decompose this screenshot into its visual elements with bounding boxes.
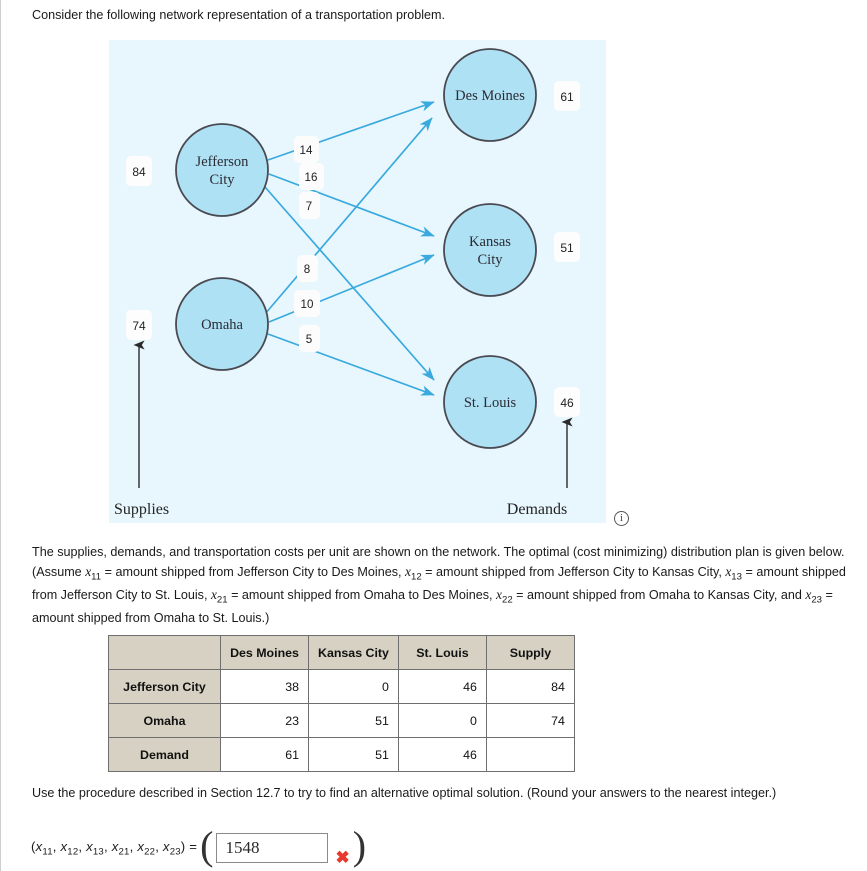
page-root: Consider the following network represent… (0, 0, 867, 871)
svg-text:7: 7 (306, 200, 312, 213)
table-col-st-louis: St. Louis (397, 635, 487, 670)
svg-text:14: 14 (300, 144, 313, 157)
supplies-axis: Supplies (114, 340, 169, 518)
table-row: Jefferson City 38 0 46 84 (108, 669, 575, 704)
svg-text:61: 61 (560, 90, 574, 104)
cost-label-omaha-des-moines: 8 (297, 255, 318, 282)
demand-chip-kansas-city: 51 (554, 232, 580, 262)
node-label-jefferson-city-line1: Jefferson (196, 154, 250, 170)
problem-description: The supplies, demands, and transportatio… (32, 543, 849, 628)
edge-jefferson-city-kansas-city (268, 173, 435, 237)
cell-omaha-st-louis: 0 (397, 703, 487, 738)
node-des-moines: Des Moines (443, 48, 537, 142)
var-x23: x23 (805, 587, 823, 607)
desc-seg-2: = amount shipped from Jefferson City to … (101, 565, 406, 580)
supplies-axis-label: Supplies (114, 501, 169, 518)
node-omaha: Omaha (175, 277, 269, 371)
cost-label-omaha-st-louis: 5 (299, 325, 320, 352)
table-row: Omaha 23 51 0 74 (108, 703, 575, 738)
distribution-table: Des Moines Kansas City St. Louis Supply … (108, 635, 575, 772)
demand-chip-des-moines: 61 (554, 81, 580, 111)
table-row: Demand 61 51 46 (108, 737, 575, 772)
cost-label-jefferson-city-kansas-city: 16 (299, 163, 324, 190)
supply-chip-omaha: 74 (126, 310, 152, 340)
cell-demand-supply-blank (485, 737, 575, 772)
var-x13: x13 (725, 564, 742, 583)
tuple-close-paren-equals: ) = (180, 838, 198, 854)
tuple-var-x12: x12 (60, 838, 79, 858)
cell-demand-st-louis: 46 (397, 737, 487, 772)
node-label-kansas-city-line2: City (478, 252, 504, 268)
node-label-des-moines-line1: Des Moines (455, 88, 525, 104)
edge-jefferson-city-des-moines (267, 101, 435, 161)
cell-demand-kansas-city: 51 (308, 737, 399, 772)
question-text: Use the procedure described in Section 1… (32, 786, 777, 800)
node-label-omaha-line1: Omaha (201, 317, 243, 333)
table-header-row: Des Moines Kansas City St. Louis Supply (108, 635, 575, 670)
table-corner-cell (108, 635, 221, 670)
node-jefferson-city: Jefferson City (175, 123, 269, 217)
edge-omaha-st-louis (267, 333, 435, 396)
cost-label-jefferson-city-des-moines: 14 (294, 136, 319, 163)
svg-text:74: 74 (132, 319, 146, 333)
var-x22: x22 (496, 587, 513, 607)
var-x11: x11 (85, 564, 102, 583)
answer-tuple-label: (x11, x12, x13, x21, x22, x23) = (31, 838, 198, 858)
node-st-louis: St. Louis (443, 355, 537, 449)
cell-omaha-supply: 74 (485, 703, 575, 738)
cell-demand-des-moines: 61 (220, 737, 309, 772)
cost-label-omaha-kansas-city: 10 (294, 290, 320, 317)
node-label-st-louis-line1: St. Louis (464, 395, 517, 411)
node-label-jefferson-city-line2: City (210, 172, 236, 188)
var-x21: x21 (210, 587, 228, 607)
svg-text:84: 84 (132, 165, 146, 179)
svg-text:16: 16 (305, 171, 318, 184)
answer-input[interactable] (216, 833, 329, 863)
cell-omaha-des-moines: 23 (220, 703, 309, 738)
info-icon[interactable]: i (614, 511, 629, 526)
tuple-var-x21: x21 (111, 838, 130, 858)
table-row-label-jefferson-city: Jefferson City (108, 669, 221, 704)
svg-text:10: 10 (301, 298, 314, 311)
table-col-des-moines: Des Moines (220, 635, 309, 670)
cost-label-jefferson-city-st-louis: 7 (299, 192, 320, 219)
incorrect-mark: ✖ (335, 848, 350, 867)
cell-omaha-kansas-city: 51 (308, 703, 399, 738)
tuple-var-x11: x11 (35, 838, 53, 858)
group-open-paren: ( (200, 823, 214, 868)
network-diagram: Jefferson City Omaha Des Moines Kansas C… (109, 40, 606, 523)
cell-jefferson-city-kansas-city: 0 (308, 669, 399, 704)
demand-chip-st-louis: 46 (554, 387, 580, 417)
desc-seg-3: = amount shipped from Jefferson City to … (421, 565, 726, 580)
cell-jefferson-city-supply: 84 (485, 669, 575, 704)
desc-seg-6: = amount shipped from Omaha to Kansas Ci… (512, 588, 806, 603)
svg-text:8: 8 (304, 263, 310, 276)
cell-jefferson-city-des-moines: 38 (220, 669, 309, 704)
demands-axis-label: Demands (507, 501, 567, 518)
tuple-var-x13: x13 (86, 838, 104, 858)
supply-chip-jefferson-city: 84 (126, 156, 152, 186)
edge-group (264, 101, 435, 396)
node-kansas-city: Kansas City (443, 203, 537, 297)
cell-jefferson-city-st-louis: 46 (397, 669, 487, 704)
table-row-label-omaha: Omaha (108, 703, 221, 738)
group-close-paren: ) (352, 823, 367, 868)
distribution-table-wrapper: Des Moines Kansas City St. Louis Supply … (108, 635, 575, 772)
edge-omaha-kansas-city (268, 254, 435, 323)
desc-seg-5: = amount shipped from Omaha to Des Moine… (227, 588, 497, 603)
table-col-supply: Supply (485, 635, 575, 670)
svg-text:51: 51 (560, 241, 574, 255)
node-label-kansas-city-line1: Kansas (469, 234, 511, 250)
tuple-var-x23: x23 (162, 838, 181, 858)
svg-text:46: 46 (560, 396, 574, 410)
table-row-label-demand: Demand (108, 737, 221, 772)
table-col-kansas-city: Kansas City (308, 635, 399, 670)
svg-text:5: 5 (306, 333, 312, 346)
var-x12: x12 (405, 564, 422, 583)
tuple-var-x22: x22 (137, 838, 156, 858)
answer-row: (x11, x12, x13, x21, x22, x23) = ( ✖ ) (31, 826, 369, 870)
intro-text: Consider the following network represent… (32, 8, 446, 22)
